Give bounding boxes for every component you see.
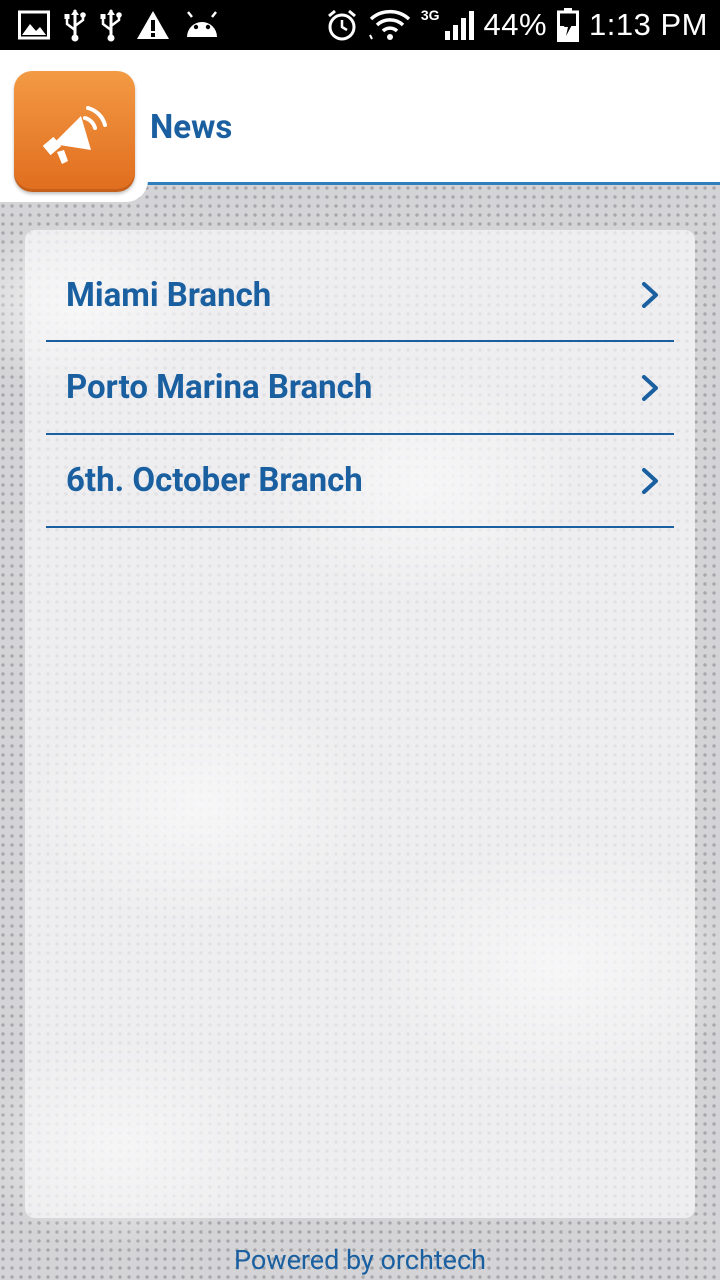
branch-list: Miami Branch Porto Marina Branch 6th. Oc…	[46, 250, 674, 528]
branch-list-panel: Miami Branch Porto Marina Branch 6th. Oc…	[25, 230, 695, 1218]
list-item[interactable]: Miami Branch	[46, 250, 674, 342]
usb-icon	[100, 8, 122, 42]
branch-label: 6th. October Branch	[66, 461, 363, 500]
chevron-right-icon	[642, 467, 658, 494]
list-item[interactable]: Porto Marina Branch	[46, 342, 674, 435]
chevron-right-icon	[642, 282, 658, 308]
warning-icon	[136, 10, 170, 40]
branch-label: Porto Marina Branch	[66, 368, 373, 407]
chevron-right-icon	[642, 374, 658, 401]
battery-percent: 44%	[483, 7, 548, 42]
battery-charging-icon	[557, 8, 580, 42]
status-bar: 3G 44% 1:13 PM	[0, 0, 720, 50]
android-icon	[184, 11, 220, 39]
usb-icon	[64, 8, 86, 42]
list-item[interactable]: 6th. October Branch	[46, 435, 674, 528]
wifi-icon	[368, 9, 411, 41]
alarm-icon	[325, 8, 359, 42]
clock-time: 1:13 PM	[589, 7, 708, 42]
powered-by-footer[interactable]: Powered by orchtech	[0, 1244, 720, 1276]
network-type-label: 3G	[420, 7, 440, 23]
page-title: News	[150, 108, 233, 147]
megaphone-icon[interactable]	[14, 71, 135, 192]
signal-icon	[444, 9, 474, 41]
branch-label: Miami Branch	[66, 275, 272, 315]
image-icon	[18, 10, 50, 40]
